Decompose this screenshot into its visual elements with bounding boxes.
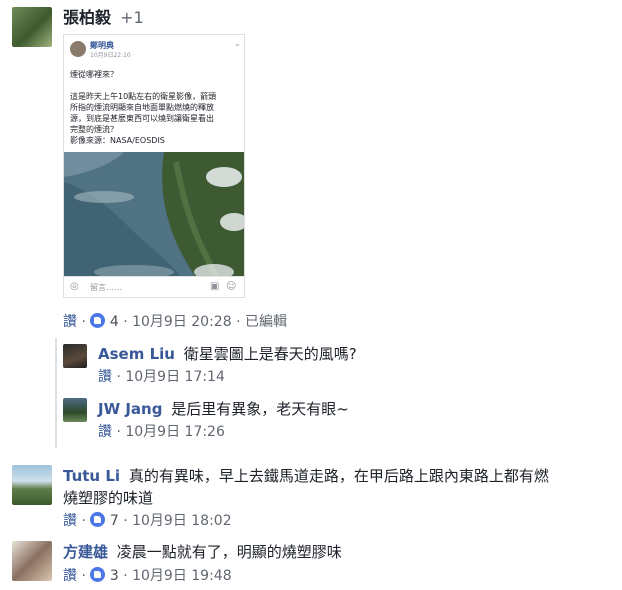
comment-meta: 讚 · 7 · 10月9日 18:02 bbox=[63, 512, 232, 529]
post-line: 所指的煙流明顯來自地面單點燃燒的釋放 bbox=[70, 103, 214, 112]
comment-placeholder: 留言…… bbox=[90, 283, 122, 292]
post-comment-bar: ◎ 留言…… ▣ ☺ bbox=[64, 276, 244, 297]
reply-date[interactable]: 10月9日 17:26 bbox=[125, 424, 225, 440]
extra-count[interactable]: +1 bbox=[120, 8, 144, 27]
comment-meta: 讚 · 4 · 10月9日 20:28 · 已編輯 bbox=[63, 313, 287, 330]
comment-text: 凌晨一點就有了，明顯的燒塑膠味 bbox=[116, 543, 342, 561]
post-author-avatar bbox=[70, 41, 86, 57]
comment-author[interactable]: Tutu Li bbox=[63, 467, 120, 485]
post-line: 完整的煙流？ bbox=[70, 125, 118, 134]
reaction-count[interactable]: 7 bbox=[110, 513, 119, 529]
reply-author[interactable]: JW Jang bbox=[98, 400, 162, 418]
like-link[interactable]: 讚 bbox=[63, 568, 77, 584]
post-line-blank bbox=[70, 80, 240, 91]
post-line: 煙從哪裡來？ bbox=[70, 70, 118, 79]
author-name[interactable]: 張柏毅 bbox=[63, 8, 111, 27]
reply-meta: 讚 · 10月9日 17:26 bbox=[98, 424, 225, 440]
comment-body: 方建雄 凌晨一點就有了，明顯的燒塑膠味 bbox=[63, 541, 342, 563]
edited-label[interactable]: 已編輯 bbox=[245, 314, 287, 330]
reply-text: 是后里有異象，老天有眼~ bbox=[171, 400, 349, 418]
gif-icon: ▣ bbox=[210, 281, 220, 292]
like-link[interactable]: 讚 bbox=[98, 369, 112, 385]
reply-text: 衛星雲圖上是春天的風嗎? bbox=[183, 345, 357, 363]
reply-author[interactable]: Asem Liu bbox=[98, 345, 175, 363]
like-reaction-icon[interactable] bbox=[90, 512, 106, 527]
comment-text-continued: 燒塑膠的味道 bbox=[63, 489, 154, 507]
avatar[interactable] bbox=[12, 541, 52, 581]
comment-text: 真的有異味，早上去鐵馬道走路，在甲后路上跟內東路上都有燃 bbox=[128, 467, 549, 485]
reply-body: Asem Liu 衛星雲圖上是春天的風嗎? bbox=[98, 343, 357, 365]
reaction-count[interactable]: 3 bbox=[110, 568, 119, 584]
comment-meta: 讚 · 3 · 10月9日 19:48 bbox=[63, 567, 232, 584]
comment-date[interactable]: 10月9日 18:02 bbox=[132, 513, 232, 529]
reply-meta: 讚 · 10月9日 17:14 bbox=[98, 369, 225, 385]
like-link[interactable]: 讚 bbox=[63, 314, 77, 330]
reply-thread-line bbox=[55, 338, 57, 448]
post-line: 影像來源：NASA/EOSDIS bbox=[70, 136, 165, 145]
avatar[interactable] bbox=[63, 344, 87, 368]
like-link[interactable]: 讚 bbox=[98, 424, 112, 440]
camera-icon: ◎ bbox=[70, 281, 79, 292]
shared-post-image[interactable]: 鄭明典 10月9日22:10 · ⌄ 煙從哪裡來？ 這是昨天上午10點左右的衛星… bbox=[63, 34, 245, 298]
comment-author[interactable]: 方建雄 bbox=[63, 543, 108, 561]
like-reaction-icon[interactable] bbox=[90, 567, 106, 582]
avatar[interactable] bbox=[12, 7, 52, 47]
post-time: 10月9日22:10 · bbox=[90, 52, 135, 59]
reply-date[interactable]: 10月9日 17:14 bbox=[125, 369, 225, 385]
post-line: 源，到底是甚麼東西可以燒到讓衛星看出 bbox=[70, 114, 214, 123]
post-text: 煙從哪裡來？ 這是昨天上午10點左右的衛星影像，箭頭 所指的煙流明顯來自地面單點… bbox=[70, 69, 240, 146]
like-reaction-icon[interactable] bbox=[90, 313, 106, 328]
avatar[interactable] bbox=[63, 398, 87, 422]
like-link[interactable]: 讚 bbox=[63, 513, 77, 529]
more-icon: ⌄ bbox=[234, 39, 241, 48]
reaction-count[interactable]: 4 bbox=[110, 314, 119, 330]
comment-header: 張柏毅 +1 bbox=[63, 7, 144, 29]
comment-date[interactable]: 10月9日 19:48 bbox=[132, 568, 232, 584]
comment-date[interactable]: 10月9日 20:28 bbox=[132, 314, 232, 330]
post-line: 這是昨天上午10點左右的衛星影像，箭頭 bbox=[70, 92, 217, 101]
reply-body: JW Jang 是后里有異象，老天有眼~ bbox=[98, 398, 349, 420]
avatar[interactable] bbox=[12, 465, 52, 505]
emoji-icon: ☺ bbox=[226, 281, 237, 292]
comment-body: Tutu Li 真的有異味，早上去鐵馬道走路，在甲后路上跟內東路上都有燃 燒塑膠… bbox=[63, 465, 603, 509]
